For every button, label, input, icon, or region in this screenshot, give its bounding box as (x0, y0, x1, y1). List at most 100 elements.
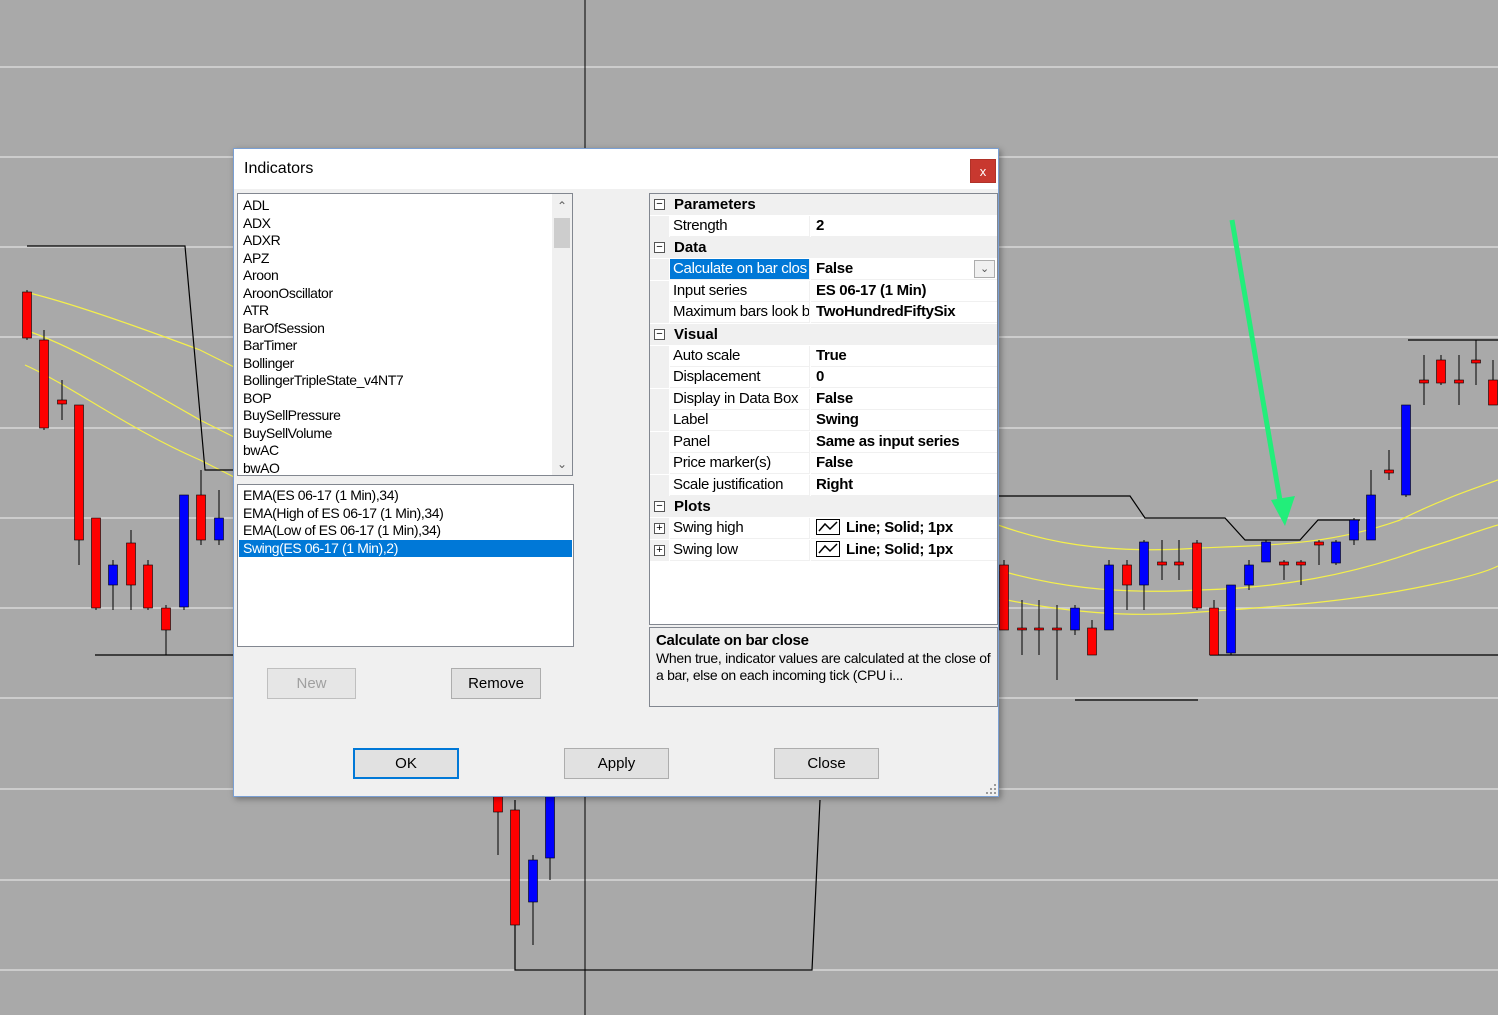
property-row[interactable]: Price marker(s) False (650, 453, 997, 474)
category-parameters[interactable]: − Parameters (650, 194, 997, 215)
category-plots[interactable]: − Plots (650, 496, 997, 517)
list-item-selected[interactable]: Swing(ES 06-17 (1 Min),2) (239, 539, 572, 557)
description-title: Calculate on bar close (656, 632, 809, 649)
property-row[interactable]: Label Swing (650, 410, 997, 431)
candle-body (1296, 561, 1306, 566)
property-value-dropdown[interactable]: False ⌄ (811, 259, 997, 280)
list-item[interactable]: BuySellPressure (243, 407, 341, 424)
plot-style: Line; Solid; 1px (846, 519, 953, 536)
candle-body (1384, 469, 1394, 474)
category-visual[interactable]: − Visual (650, 323, 997, 345)
property-row[interactable]: Display in Data Box False (650, 388, 997, 410)
list-item[interactable]: BOP (243, 390, 272, 407)
chevron-down-icon[interactable]: ⌄ (552, 454, 572, 474)
ok-button[interactable]: OK (353, 748, 459, 779)
list-item[interactable]: AroonOscillator (243, 285, 333, 302)
applied-indicators-list[interactable]: EMA(ES 06-17 (1 Min),34) EMA(High of ES … (237, 484, 574, 647)
chevron-down-icon[interactable]: ⌄ (974, 260, 995, 278)
list-item[interactable]: ADX (243, 215, 271, 232)
property-row[interactable]: Maximum bars look b TwoHundredFiftySix (650, 302, 997, 323)
candle-body (528, 859, 538, 903)
candle-body (1104, 564, 1114, 631)
property-value[interactable]: True (811, 346, 997, 367)
candle-body (1454, 379, 1464, 384)
property-value[interactable]: ES 06-17 (1 Min) (811, 281, 997, 302)
line-plot-icon (816, 519, 840, 535)
candle-body (1052, 627, 1062, 631)
plot-style: Line; Solid; 1px (846, 540, 953, 558)
list-item[interactable]: APZ (243, 250, 269, 267)
expand-icon[interactable]: + (654, 523, 665, 534)
list-item[interactable]: ADXR (243, 232, 281, 249)
property-name: Price marker(s) (670, 453, 810, 474)
dialog-titlebar: Indicators x (234, 149, 998, 189)
property-value[interactable]: Line; Solid; 1px (811, 540, 997, 561)
candle-body (1139, 541, 1149, 586)
property-row[interactable]: Panel Same as input series (650, 431, 997, 453)
candle-body (161, 607, 171, 631)
indicators-dialog: Indicators x ADL ADX ADXR APZ Aroon Aroo… (233, 148, 999, 797)
property-value[interactable]: Swing (811, 410, 997, 431)
candle-body (1017, 627, 1027, 631)
property-value[interactable]: 2 (811, 216, 997, 237)
property-name: Input series (670, 280, 810, 302)
collapse-icon[interactable]: − (654, 328, 665, 340)
new-button[interactable]: New (267, 668, 356, 699)
candle-body (1488, 379, 1498, 406)
candle-body (1471, 359, 1481, 364)
candle-body (1122, 564, 1132, 586)
property-value[interactable]: Same as input series (811, 432, 997, 453)
category-data[interactable]: − Data (650, 237, 997, 258)
property-name: Panel (670, 431, 810, 453)
collapse-icon[interactable]: − (654, 501, 665, 512)
candle-body (179, 494, 189, 608)
list-item[interactable]: ADL (243, 197, 269, 214)
list-item[interactable]: bwAO (243, 460, 280, 476)
list-item[interactable]: Aroon (243, 267, 279, 284)
property-name: Display in Data Box (670, 388, 810, 410)
scrollbar-thumb[interactable] (554, 218, 570, 248)
list-item[interactable]: EMA(ES 06-17 (1 Min),34) (239, 487, 572, 504)
property-name: Label (670, 410, 810, 431)
resize-grip-icon[interactable] (986, 784, 996, 794)
candle-body (1034, 627, 1044, 631)
property-row[interactable]: + Swing low Line; Solid; 1px (650, 539, 997, 561)
property-row[interactable]: Displacement 0 (650, 367, 997, 388)
close-button[interactable]: Close (774, 748, 879, 779)
candle-body (1157, 561, 1167, 566)
apply-button[interactable]: Apply (564, 748, 669, 779)
list-item[interactable]: bwAC (243, 442, 279, 459)
property-row[interactable]: Scale justification Right (650, 474, 997, 496)
property-row[interactable]: Input series ES 06-17 (1 Min) (650, 280, 997, 302)
list-item[interactable]: EMA(High of ES 06-17 (1 Min),34) (239, 505, 572, 522)
property-value[interactable]: False (811, 389, 997, 410)
candle-body (1279, 561, 1289, 566)
candle-body (1366, 494, 1376, 541)
collapse-icon[interactable]: − (654, 242, 665, 253)
list-item[interactable]: EMA(Low of ES 06-17 (1 Min),34) (239, 522, 572, 539)
property-row[interactable]: Auto scale True (650, 345, 997, 367)
property-value[interactable]: Right (811, 475, 997, 496)
property-value[interactable]: Line; Solid; 1px (811, 518, 997, 539)
property-value[interactable]: TwoHundredFiftySix (811, 302, 997, 323)
indicator-list[interactable]: ADL ADX ADXR APZ Aroon AroonOscillator A… (237, 193, 573, 476)
expand-icon[interactable]: + (654, 544, 665, 556)
property-value[interactable]: False (811, 453, 997, 474)
property-value[interactable]: 0 (811, 367, 997, 388)
list-item[interactable]: Bollinger (243, 355, 294, 372)
list-item[interactable]: BollingerTripleState_v4NT7 (243, 372, 404, 389)
property-row[interactable]: Strength 2 (650, 216, 997, 237)
list-item[interactable]: BarTimer (243, 337, 297, 354)
chevron-up-icon[interactable]: ⌃ (552, 196, 572, 216)
list-item[interactable]: BarOfSession (243, 320, 325, 337)
list-item[interactable]: ATR (243, 302, 269, 319)
candle-body (196, 494, 206, 541)
property-row[interactable]: Calculate on bar clos False ⌄ (650, 259, 997, 280)
close-icon[interactable]: x (970, 159, 996, 183)
property-row[interactable]: + Swing high Line; Solid; 1px (650, 518, 997, 539)
remove-button[interactable]: Remove (451, 668, 541, 699)
indicator-list-scrollbar[interactable]: ⌃ ⌄ (552, 194, 572, 475)
candle-body (1226, 584, 1236, 654)
collapse-icon[interactable]: − (654, 199, 665, 210)
list-item[interactable]: BuySellVolume (243, 425, 332, 442)
